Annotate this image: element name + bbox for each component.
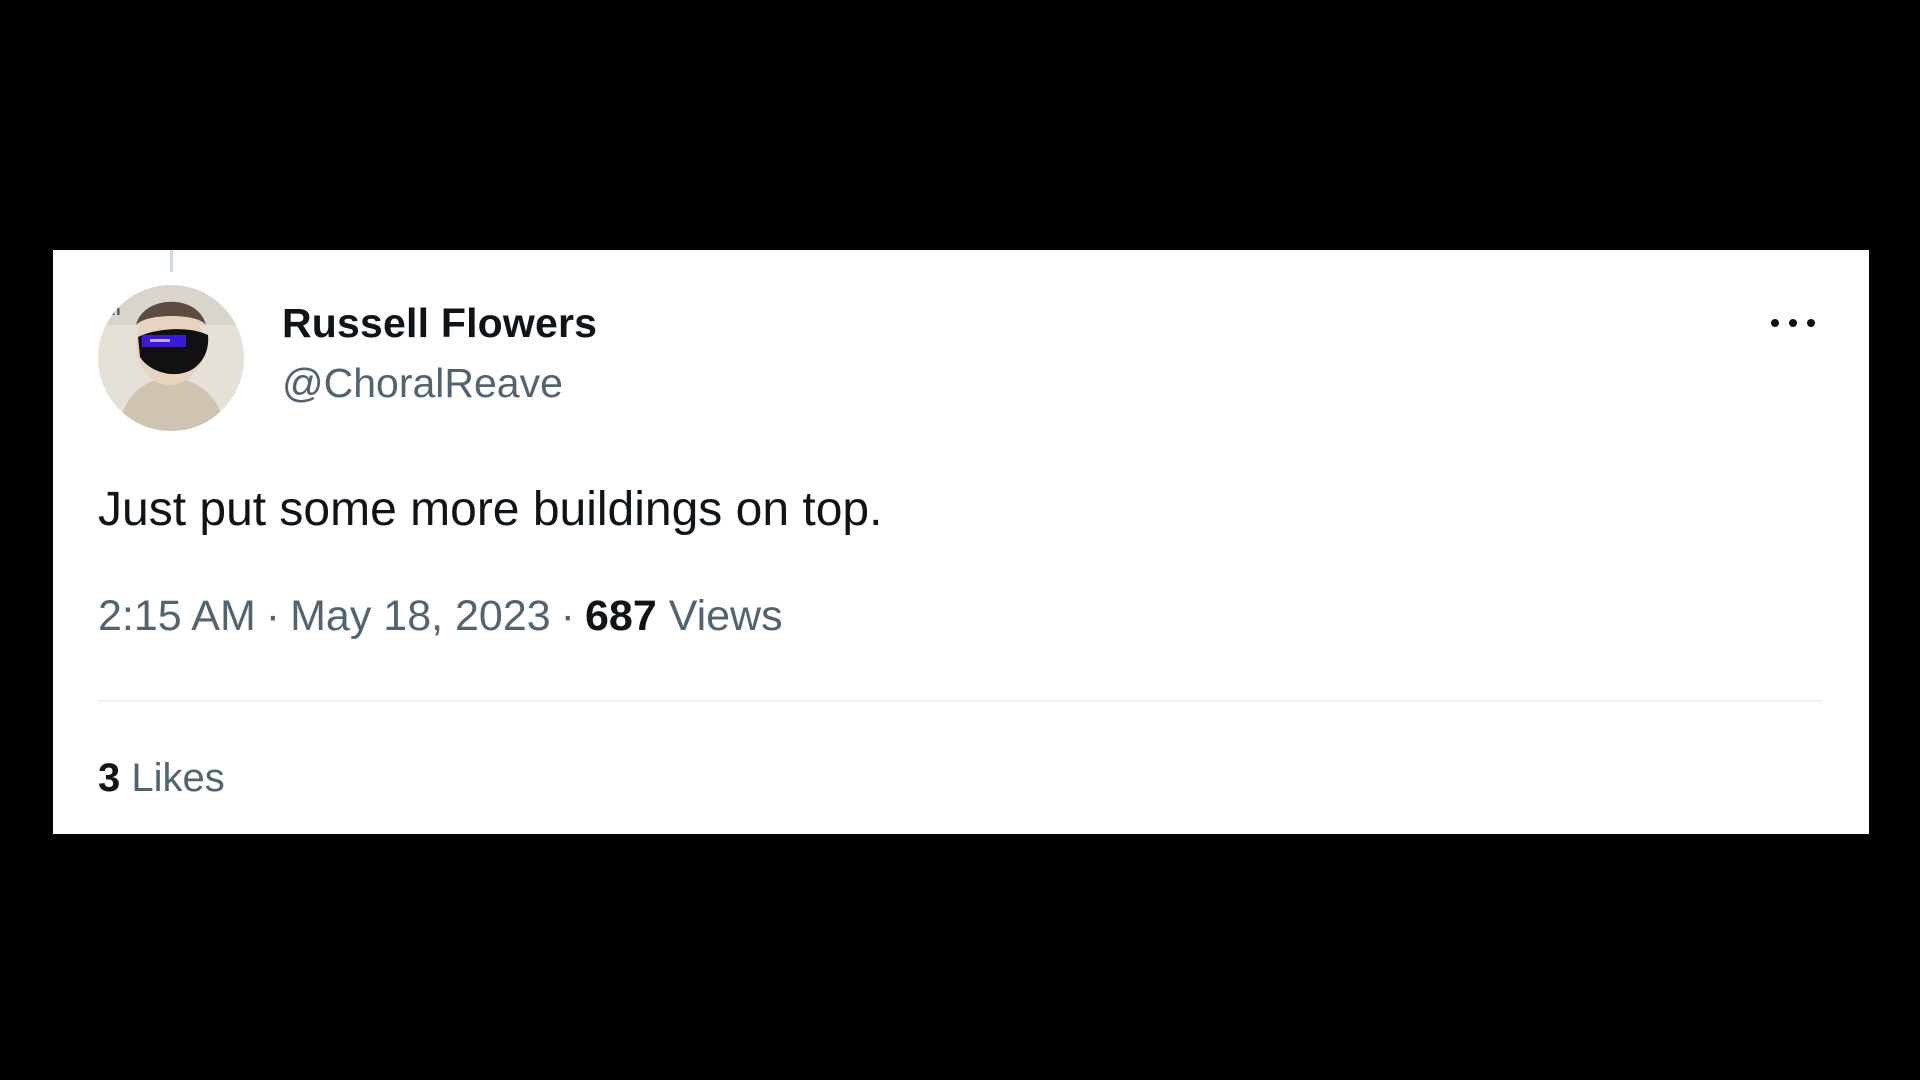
tweet-time[interactable]: 2:15 AM — [98, 592, 256, 640]
more-horizontal-icon — [1771, 319, 1815, 327]
screenshot-stage: in Russell Flowers @ChoralReave Just put… — [0, 0, 1920, 1080]
avatar-image: in — [98, 285, 244, 431]
tweet-date[interactable]: May 18, 2023 — [290, 592, 551, 640]
views-count: 687 — [584, 592, 657, 640]
meta-separator: · — [560, 592, 575, 640]
more-options-button[interactable] — [1763, 308, 1823, 338]
svg-text:in: in — [106, 303, 121, 319]
likes-count: 3 — [98, 756, 121, 800]
views-label: Views — [668, 592, 783, 640]
divider — [98, 700, 1822, 702]
tweet-text: Just put some more buildings on top. — [98, 483, 883, 536]
likes-label: Likes — [131, 756, 225, 800]
tweet-card: in Russell Flowers @ChoralReave Just put… — [53, 250, 1869, 834]
author-name[interactable]: Russell Flowers — [282, 300, 597, 347]
avatar[interactable]: in — [98, 285, 244, 431]
meta-separator: · — [265, 592, 281, 640]
likes-stat[interactable]: 3 Likes — [98, 756, 225, 801]
thread-connector-line — [170, 250, 173, 272]
tweet-meta: 2:15 AM · May 18, 2023 · 687 Views — [98, 592, 783, 641]
author-handle[interactable]: @ChoralReave — [282, 360, 563, 407]
